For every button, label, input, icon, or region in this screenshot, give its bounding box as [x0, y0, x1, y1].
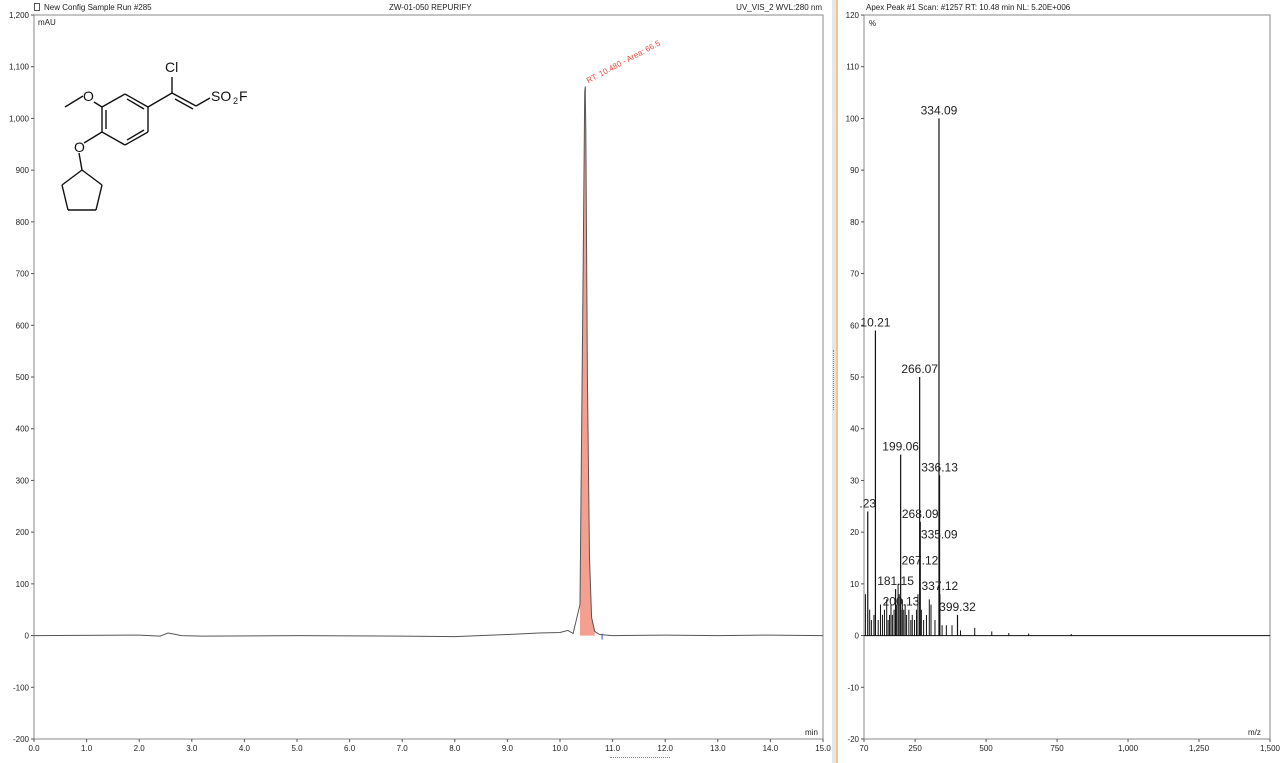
chromatogram-plot[interactable]: -200 -100 0 100 200 300 400 500 600 700 800 900 1,00…	[0, 0, 832, 763]
y-tick-label: 0	[855, 632, 860, 641]
y-tick-label: 100	[16, 580, 30, 589]
y-tick-label: 40	[850, 425, 859, 434]
chromatogram-plot-frame	[33, 14, 824, 740]
x-tick-label: 7.0	[397, 744, 409, 753]
ring-bond	[101, 131, 126, 146]
y-tick-label: -200	[13, 735, 30, 744]
cl-label: Cl	[165, 59, 178, 75]
spectrum-peak-label: 334.09	[921, 103, 958, 117]
y-tick-label: 90	[850, 166, 859, 175]
y-tick-label: 120	[846, 11, 860, 20]
spectrum-peak-label: 181.15	[877, 574, 914, 588]
y-tick-label: 20	[850, 528, 859, 537]
spectrum-peak-label: 268.09	[902, 507, 939, 521]
spectrum-peak-label: 399.32	[939, 600, 976, 614]
mass-spectrum-panel[interactable]: Apex Peak #1 Scan: #1257 RT: 10.48 min N…	[836, 0, 1280, 763]
so2f-f-label: F	[239, 88, 248, 104]
x-tick-label: 8.0	[449, 744, 461, 753]
chromatogram-y-unit: mAU	[38, 18, 56, 27]
y-tick-label: 500	[16, 373, 30, 382]
spectrum-peak-label: 266.07	[901, 362, 938, 376]
x-tick-label: 11.0	[605, 744, 621, 753]
spectrum-peak-label: 199.06	[882, 440, 919, 454]
peak-label: RT: 10.480 - Area: 66.5	[585, 38, 662, 85]
x-tick-label: 3.0	[186, 744, 198, 753]
methoxy-bond	[93, 101, 103, 108]
y-tick-label: 0	[25, 632, 30, 641]
cp-bond	[61, 184, 69, 211]
mass-spectrum-plot-frame	[863, 14, 1271, 740]
chromatogram-x-unit: min	[805, 728, 818, 737]
ch-bond	[78, 152, 83, 171]
y-tick-label: 10	[850, 580, 859, 589]
x-tick-label: 15.0	[815, 744, 831, 753]
ether-o-label: O	[74, 139, 85, 155]
x-tick-label: 1,000	[1118, 744, 1139, 753]
methoxy-o-label: O	[83, 88, 94, 104]
x-tick-label: 9.0	[502, 744, 514, 753]
y-tick-label: 1,100	[9, 63, 30, 72]
y-tick-label: 110	[846, 63, 859, 72]
x-tick-label: 750	[1050, 744, 1064, 753]
ether-bond	[83, 131, 103, 144]
y-tick-label: 400	[16, 425, 30, 434]
spectrum-peak-label: 336.13	[921, 460, 958, 474]
s-bond	[195, 97, 211, 107]
spectrum-peak-label: 335.09	[921, 527, 958, 541]
y-tick-label: -100	[13, 683, 30, 692]
spectrum-peak-label: .23	[859, 496, 876, 510]
mass-spectrum-plot[interactable]: -20 -10 0 10 20 30 40 50 60 70 80 90 100 110 120 70 250 5…	[838, 0, 1280, 763]
spectrum-peak-label: 267.12	[902, 553, 939, 567]
spectrum-peak-label: 10.21	[860, 315, 890, 329]
y-tick-label: 100	[846, 114, 860, 123]
x-tick-label: 1,250	[1189, 744, 1210, 753]
y-tick-label: 60	[850, 321, 859, 330]
spectrum-peak-label: 200.13	[883, 595, 920, 609]
spectrum-peak-label: 337.12	[921, 579, 958, 593]
y-tick-label: 300	[16, 476, 30, 485]
x-tick-label: 70	[860, 744, 869, 753]
double-bond-inner	[174, 98, 194, 110]
x-tick-label: 2.0	[134, 744, 146, 753]
cp-bond	[81, 169, 103, 186]
x-tick-label: 1.0	[81, 744, 93, 753]
x-tick-label: 13.0	[710, 744, 726, 753]
mass-spectrum-y-unit: %	[869, 19, 876, 28]
y-tick-label: 1,000	[9, 114, 30, 123]
horizontal-scroll-grip[interactable]	[610, 757, 670, 760]
x-tick-label: 500	[979, 744, 993, 753]
y-tick-label: 900	[16, 166, 30, 175]
x-tick-label: 0.0	[28, 744, 40, 753]
y-tick-label: 80	[850, 218, 859, 227]
vinyl-bond	[147, 92, 173, 108]
cp-bond	[95, 184, 103, 211]
x-tick-label: 12.0	[657, 744, 673, 753]
x-tick-label: 10.0	[552, 744, 568, 753]
chromatogram-panel[interactable]: New Config Sample Run #285 ZW-01-050 REP…	[0, 0, 832, 763]
x-tick-label: 250	[908, 744, 922, 753]
methyl-bond	[64, 95, 84, 108]
so2f-s-label: SO	[211, 88, 231, 104]
y-tick-label: 30	[850, 476, 859, 485]
x-tick-label: 1,500	[1260, 744, 1280, 753]
y-tick-label: 600	[16, 321, 30, 330]
y-tick-label: 200	[16, 528, 30, 537]
chromatogram-trace	[33, 87, 824, 638]
x-tick-label: 4.0	[239, 744, 251, 753]
so2f-sub-label: 2	[233, 96, 238, 106]
ring-bond	[101, 93, 126, 108]
y-tick-label: 70	[850, 270, 859, 279]
y-tick-label: 700	[16, 270, 30, 279]
x-tick-label: 6.0	[344, 744, 356, 753]
y-tick-label: -10	[847, 683, 859, 692]
y-tick-label: -20	[847, 735, 859, 744]
y-tick-label: 50	[850, 373, 859, 382]
x-tick-label: 14.0	[763, 744, 779, 753]
mass-spectrum-x-unit: m/z	[1248, 728, 1261, 737]
cp-bond	[61, 169, 83, 186]
y-tick-label: 1,200	[9, 11, 30, 20]
y-tick-label: 800	[16, 218, 30, 227]
x-tick-label: 5.0	[291, 744, 303, 753]
